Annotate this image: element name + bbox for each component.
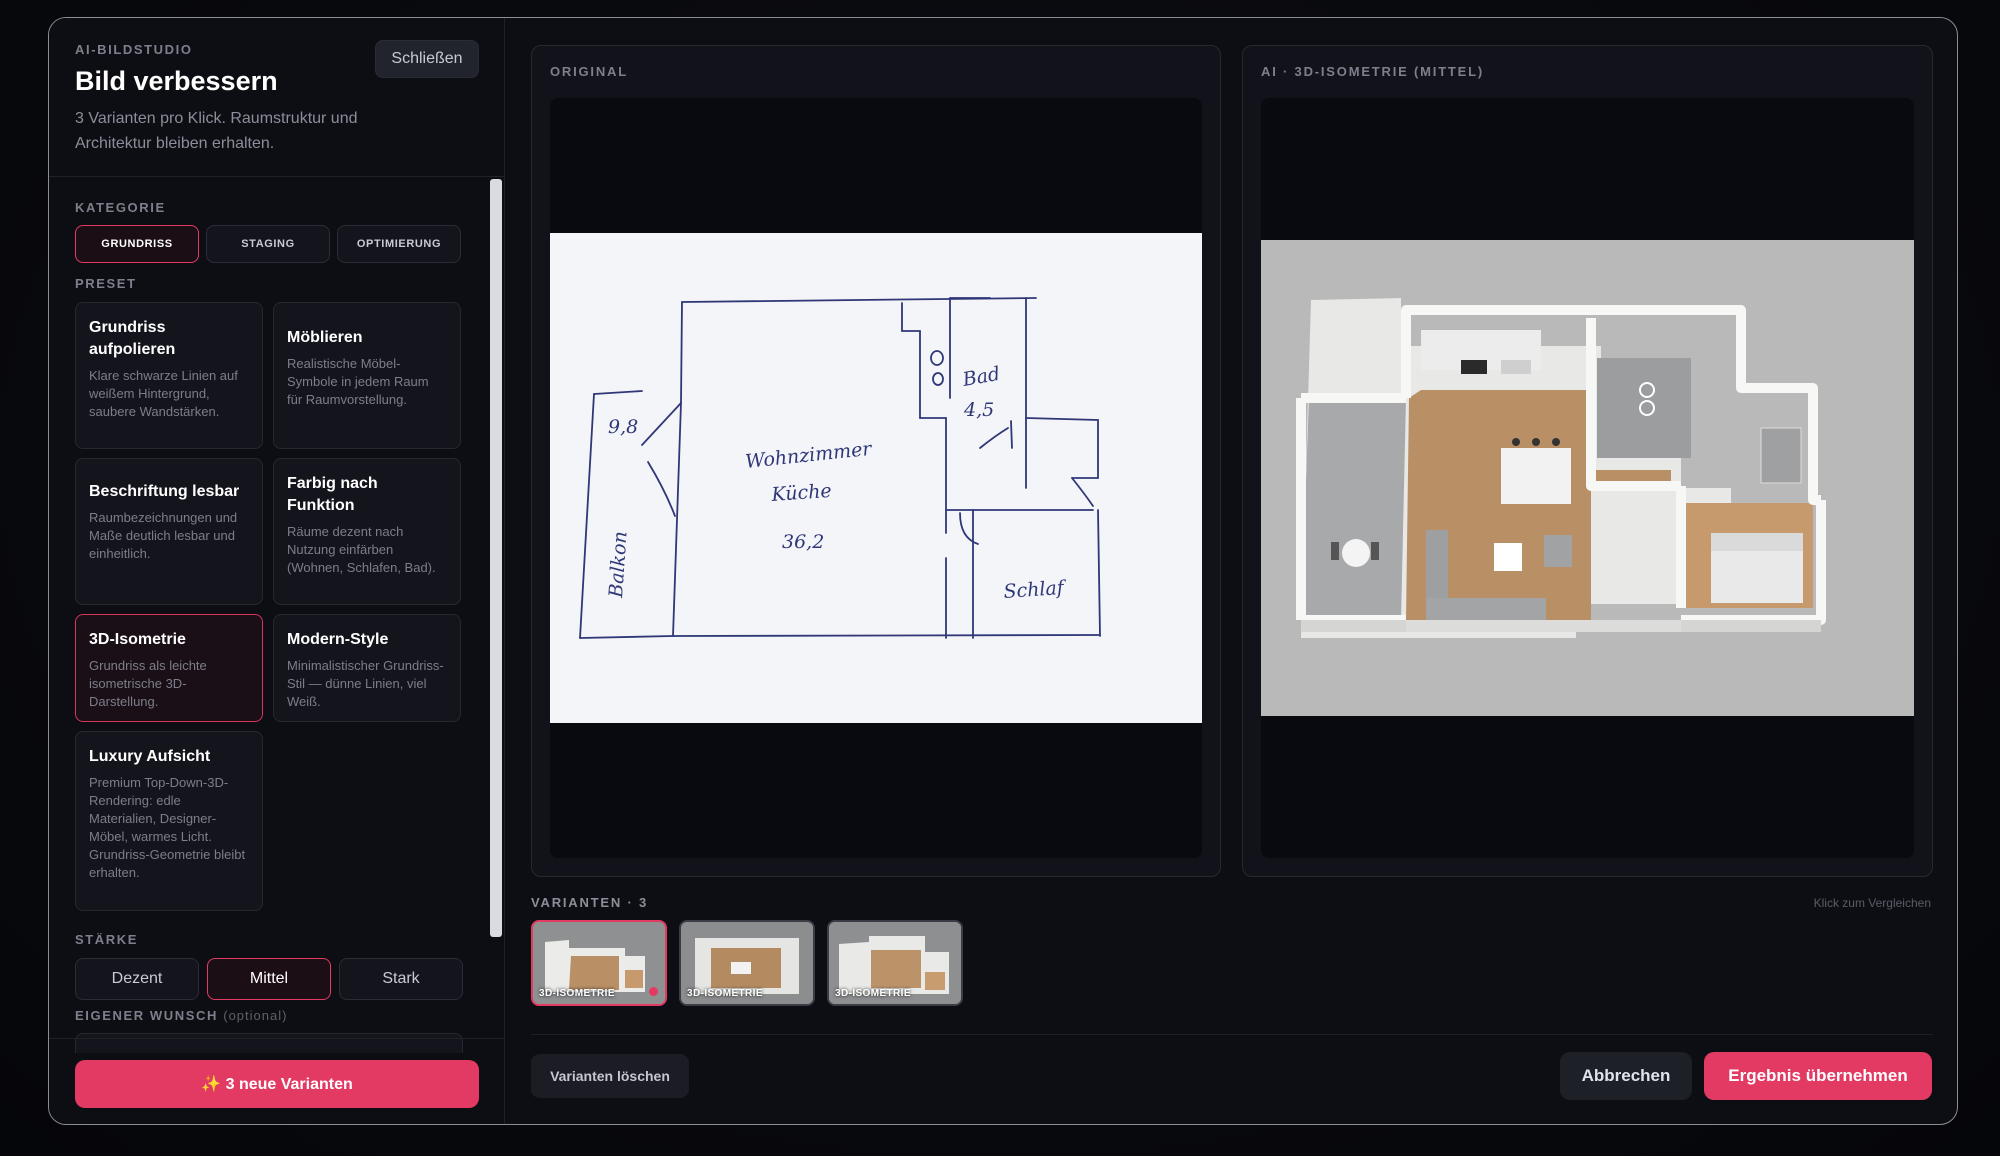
sketch-label-area-main: 36,2	[782, 531, 824, 553]
preset-card-title: Luxury Aufsicht	[89, 748, 211, 765]
preset-card-desc: Klare schwarze Linien auf weißem Hinterg…	[89, 368, 238, 419]
variant-thumb-label: 3D-ISOMETRIE	[835, 988, 911, 999]
original-label: ORIGINAL	[550, 64, 628, 79]
category-optimierung[interactable]: OPTIMIERUNG	[337, 225, 461, 263]
footer-divider	[49, 1038, 505, 1039]
preset-card-title: Beschriftung lesbar	[89, 483, 240, 500]
preset-card-desc: Räume dezent nach Nutzung einfärben (Woh…	[287, 524, 436, 575]
preset-card-desc: Minimalistischer Grundriss-Stil — dünne …	[287, 658, 444, 709]
preset-card-desc: Grundriss als leichte isometrische 3D-Da…	[89, 658, 207, 709]
result-panel: AI · 3D-ISOMETRIE (MITTEL)	[1242, 45, 1933, 877]
settings-sidebar: AI-BILDSTUDIO Bild verbessern 3 Variante…	[49, 18, 505, 1124]
variant-thumb-3[interactable]: 3D-ISOMETRIE	[827, 920, 963, 1006]
footer-separator	[531, 1034, 1933, 1035]
dialog-subtitle: 3 Varianten pro Klick. Raumstruktur und …	[75, 110, 358, 152]
sketch-label-schlaf: Schlaf	[1003, 577, 1068, 603]
variant-thumb-label: 3D-ISOMETRIE	[687, 988, 763, 999]
category-staging[interactable]: STAGING	[206, 225, 330, 263]
wish-textarea[interactable]	[75, 1033, 463, 1053]
strength-dezent[interactable]: Dezent	[75, 958, 199, 1000]
sketch-label-small-area: 9,8	[608, 416, 638, 438]
preset-card-modern-style[interactable]: Modern-Style Minimalistischer Grundriss-…	[273, 614, 461, 722]
image-studio-dialog: AI-BILDSTUDIO Bild verbessern 3 Variante…	[48, 17, 1958, 1125]
cancel-button[interactable]: Abbrechen	[1560, 1052, 1692, 1100]
dialog-eyebrow: AI-BILDSTUDIO	[75, 42, 193, 57]
sketch-label-balkon: Balkon	[605, 530, 632, 599]
preset-card-beschriftung-lesbar[interactable]: Beschriftung lesbar Raumbezeichnungen un…	[75, 458, 263, 605]
result-label: AI · 3D-ISOMETRIE (MITTEL)	[1261, 64, 1485, 79]
category-grundriss[interactable]: GRUNDRISS	[75, 225, 199, 263]
preset-card-title: 3D-Isometrie	[89, 631, 186, 648]
wish-label: EIGENER WUNSCH (optional)	[75, 1008, 287, 1023]
header-divider	[49, 176, 505, 177]
preset-card-desc: Premium Top-Down-3D-Rendering: edle Mate…	[89, 775, 246, 880]
preset-card-title: Grundriss aufpolieren	[89, 319, 176, 358]
variant-thumb-label: 3D-ISOMETRIE	[539, 988, 615, 999]
sketch-label-bad-area: 4,5	[963, 399, 994, 421]
variant-thumb-1[interactable]: 3D-ISOMETRIE	[531, 920, 667, 1006]
sketch-label-kueche: Küche	[770, 480, 833, 506]
sidebar-scrollbar[interactable]	[490, 179, 502, 937]
generate-variants-button[interactable]: ✨ 3 neue Varianten	[75, 1060, 479, 1108]
original-sketch-image: Wohnzimmer Küche 36,2 Bad 4,5 9,8 Balkon…	[550, 233, 1202, 723]
wish-label-text: EIGENER WUNSCH	[75, 1008, 219, 1023]
strength-stark[interactable]: Stark	[339, 958, 463, 1000]
result-image-well	[1261, 98, 1914, 858]
preset-card-title: Modern-Style	[287, 631, 389, 648]
variant-thumb-2[interactable]: 3D-ISOMETRIE	[679, 920, 815, 1006]
preset-card-title: Möblieren	[287, 329, 363, 346]
original-panel: ORIGINAL Wohnzimmer Küche 36,2 Bad 4,5 9…	[531, 45, 1221, 877]
strength-mittel[interactable]: Mittel	[207, 958, 331, 1000]
preset-card-desc: Raumbezeichnungen und Maße deutlich lesb…	[89, 510, 238, 561]
apply-result-button[interactable]: Ergebnis übernehmen	[1704, 1052, 1932, 1100]
preset-card-moeblieren[interactable]: Möblieren Realistische Möbel-Symbole in …	[273, 302, 461, 449]
category-label: KATEGORIE	[75, 200, 166, 215]
strength-label: STÄRKE	[75, 932, 139, 947]
preset-card-3d-isometrie[interactable]: 3D-Isometrie Grundriss als leichte isome…	[75, 614, 263, 722]
wish-optional: (optional)	[223, 1008, 288, 1023]
result-isometric-image	[1261, 240, 1914, 716]
delete-variants-button[interactable]: Varianten löschen	[531, 1054, 689, 1098]
original-image-well: Wohnzimmer Küche 36,2 Bad 4,5 9,8 Balkon…	[550, 98, 1202, 858]
close-button[interactable]: Schließen	[375, 40, 479, 78]
preset-card-farbig-nach-funktion[interactable]: Farbig nach Funktion Räume dezent nach N…	[273, 458, 461, 605]
preset-card-title: Farbig nach Funktion	[287, 475, 378, 514]
preset-card-desc: Realistische Möbel-Symbole in jedem Raum…	[287, 356, 429, 407]
dialog-title: Bild verbessern	[75, 66, 278, 96]
variants-hint: Klick zum Vergleichen	[1813, 896, 1931, 910]
variants-label: VARIANTEN · 3	[531, 895, 649, 910]
preset-card-grundriss-aufpolieren[interactable]: Grundriss aufpolieren Klare schwarze Lin…	[75, 302, 263, 449]
preset-card-luxury-aufsicht[interactable]: Luxury Aufsicht Premium Top-Down-3D-Rend…	[75, 731, 263, 911]
selected-indicator	[649, 987, 658, 996]
preset-label: PRESET	[75, 276, 137, 291]
